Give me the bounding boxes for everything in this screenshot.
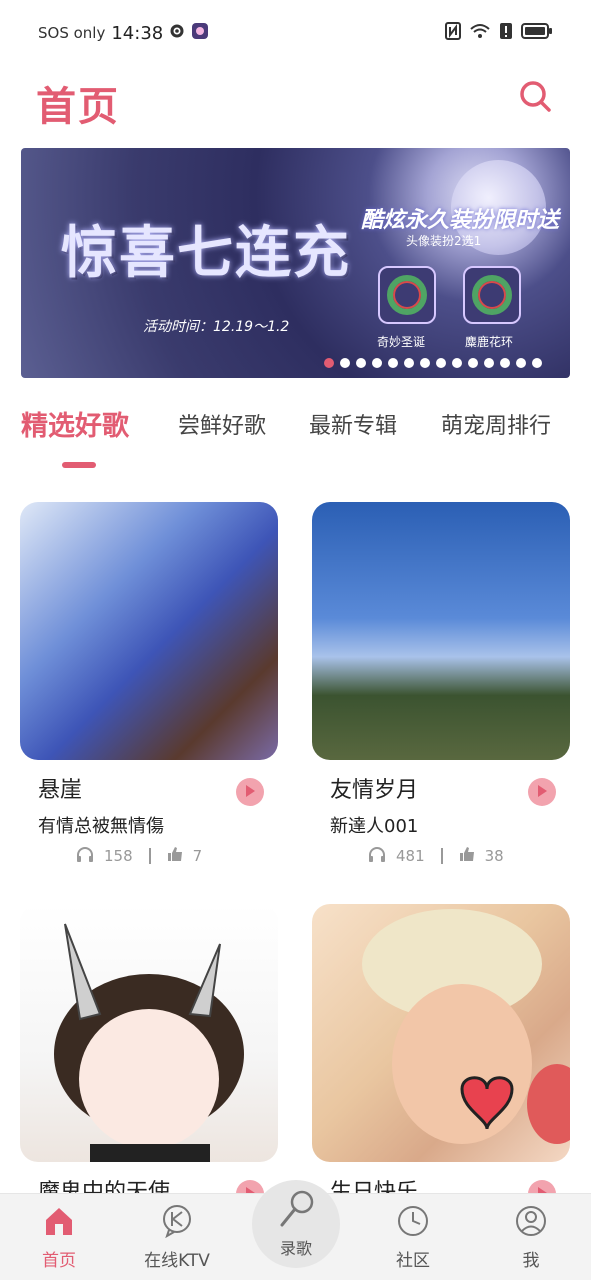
nfc-icon (445, 22, 461, 44)
tab-new-songs[interactable]: 尝鲜好歌 (178, 408, 266, 440)
record-song-button[interactable]: 录歌 (252, 1180, 340, 1268)
nav-me[interactable]: 我 (491, 1204, 571, 1271)
play-icon (244, 783, 256, 802)
nav-label: 我 (522, 1251, 540, 1271)
nav-home[interactable]: 首页 (19, 1204, 99, 1271)
song-stats: 158 7 (76, 846, 202, 866)
like-count: 7 (192, 847, 203, 865)
nav-label: 社区 (396, 1251, 430, 1271)
carousel-dot[interactable] (324, 358, 334, 368)
song-cover-image[interactable] (312, 502, 570, 760)
carousel-dot[interactable] (500, 358, 510, 368)
tab-latest-albums[interactable]: 最新专辑 (309, 408, 397, 440)
song-title: 友情岁月 (330, 778, 419, 803)
battery-icon (521, 22, 553, 44)
banner-subtitle: 酷炫永久装扮限时送 (361, 208, 560, 233)
page-title: 首页 (36, 84, 120, 130)
clock: 14:38 (111, 22, 164, 44)
banner-headline: 惊喜七连充 (61, 220, 351, 286)
song-cover-image[interactable] (20, 502, 278, 760)
banner-small-text: 头像装扮2选1 (406, 234, 482, 248)
carousel-dot[interactable] (404, 358, 414, 368)
badge-label-2: 麋鹿花环 (465, 335, 514, 349)
nav-online-ktv[interactable]: 在线KTV (137, 1204, 217, 1271)
gear-icon (169, 23, 185, 43)
carousel-dots (324, 358, 542, 368)
badge-label-1: 奇妙圣诞 (377, 335, 426, 349)
alert-icon (499, 22, 513, 44)
header: 首页 (0, 66, 591, 136)
thumbs-up-icon (459, 846, 475, 866)
carousel-dot[interactable] (372, 358, 382, 368)
tab-indicator (62, 462, 96, 468)
singer-name: 新達人001 (330, 816, 419, 837)
song-cover-image[interactable] (20, 904, 278, 1162)
user-icon (514, 1204, 548, 1242)
like-count: 38 (484, 847, 504, 865)
home-icon (42, 1204, 76, 1242)
play-button[interactable] (528, 778, 556, 806)
banner-date: 活动时间：12.19～1.2 (143, 319, 290, 335)
divider (440, 848, 443, 864)
microphone-icon (276, 1189, 316, 1233)
wreath-badge-2 (463, 266, 521, 324)
carousel-dot[interactable] (356, 358, 366, 368)
divider (148, 848, 151, 864)
promo-banner[interactable]: 惊喜七连充 酷炫永久装扮限时送 头像装扮2选1 活动时间：12.19～1.2 奇… (21, 148, 570, 378)
clock-icon (396, 1204, 430, 1242)
carousel-dot[interactable] (484, 358, 494, 368)
song-cover-image[interactable] (312, 904, 570, 1162)
carousel-dot[interactable] (388, 358, 398, 368)
wreath-badge-1 (378, 266, 436, 324)
nav-label: 在线KTV (144, 1251, 210, 1271)
nav-community[interactable]: 社区 (373, 1204, 453, 1271)
tab-featured-songs[interactable]: 精选好歌 (21, 404, 129, 443)
carousel-dot[interactable] (452, 358, 462, 368)
carrier-text: SOS only (38, 24, 106, 42)
carousel-dot[interactable] (420, 358, 430, 368)
headphones-icon (76, 846, 94, 866)
bottom-navigation: 首页 在线KTV 录歌 社区 我 (0, 1180, 591, 1280)
category-tabs: 精选好歌 尝鲜好歌 最新专辑 萌宠周排行 (0, 404, 591, 474)
carousel-dot[interactable] (436, 358, 446, 368)
thumbs-up-icon (167, 846, 183, 866)
carousel-dot[interactable] (340, 358, 350, 368)
tab-pet-weekly-ranking[interactable]: 萌宠周排行 (441, 408, 551, 440)
play-button[interactable] (236, 778, 264, 806)
listen-count: 158 (104, 847, 133, 865)
song-stats: 481 38 (368, 846, 504, 866)
song-title: 悬崖 (38, 778, 83, 803)
nav-label: 录歌 (279, 1239, 312, 1258)
search-button[interactable] (517, 78, 553, 114)
status-bar: SOS only 14:38 (0, 0, 591, 66)
carousel-dot[interactable] (468, 358, 478, 368)
listen-count: 481 (396, 847, 425, 865)
wifi-icon (469, 22, 491, 44)
carousel-dot[interactable] (516, 358, 526, 368)
ktv-icon (160, 1204, 194, 1242)
search-icon (517, 81, 553, 118)
singer-name: 有情总被無情傷 (38, 816, 164, 837)
nav-label: 首页 (42, 1251, 76, 1271)
app-notification-icon (191, 22, 209, 44)
headphones-icon (368, 846, 386, 866)
play-icon (536, 783, 548, 802)
carousel-dot[interactable] (532, 358, 542, 368)
